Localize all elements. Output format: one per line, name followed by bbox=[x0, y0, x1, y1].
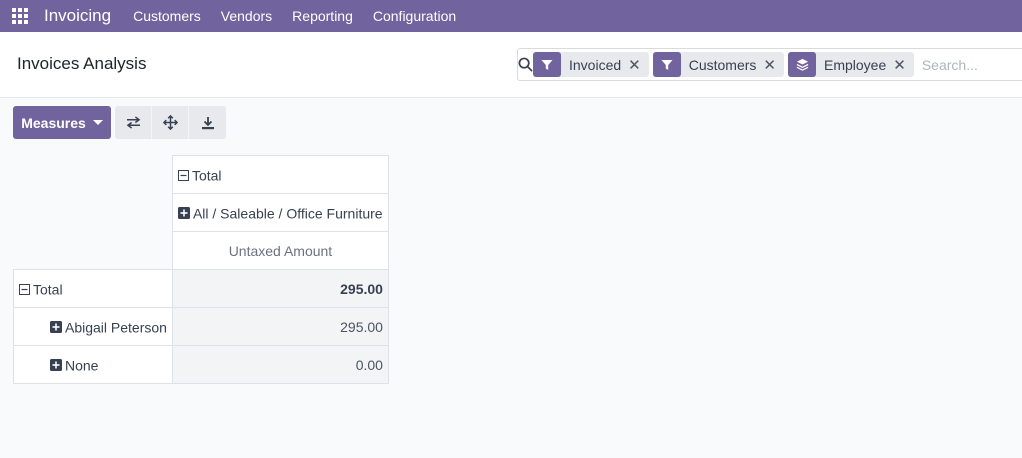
caret-down-icon bbox=[92, 120, 103, 125]
menu-reporting[interactable]: Reporting bbox=[282, 0, 363, 32]
top-navbar: Invoicing Customers Vendors Reporting Co… bbox=[0, 0, 1022, 32]
row-header-label: Abigail Peterson bbox=[65, 319, 167, 336]
col-header-total[interactable]: Total bbox=[171, 155, 389, 194]
menu-customers[interactable]: Customers bbox=[123, 0, 211, 32]
expand-all-button[interactable] bbox=[152, 106, 189, 139]
col-header-label: Total bbox=[191, 167, 222, 184]
cell-value[interactable]: 295.00 bbox=[171, 307, 389, 346]
search-icon[interactable] bbox=[518, 49, 533, 80]
search-bar[interactable]: Invoiced ✕ Customers ✕ Employee ✕ bbox=[517, 48, 1022, 81]
row-header-none[interactable]: None bbox=[13, 345, 173, 384]
measures-dropdown-button[interactable]: Measures bbox=[13, 106, 111, 139]
expand-all-icon bbox=[162, 115, 178, 130]
table-row: Total 295.00 bbox=[13, 269, 389, 308]
facet-label: Invoiced bbox=[569, 56, 622, 73]
flip-axis-button[interactable] bbox=[115, 106, 152, 139]
pivot-tool-group bbox=[115, 106, 226, 139]
facet-employee[interactable]: Employee ✕ bbox=[788, 52, 914, 77]
flip-axis-icon bbox=[126, 116, 140, 129]
menu-configuration[interactable]: Configuration bbox=[363, 0, 466, 32]
apps-menu-icon[interactable] bbox=[0, 0, 40, 32]
collapse-icon bbox=[177, 169, 189, 181]
menu-vendors[interactable]: Vendors bbox=[211, 0, 282, 32]
cell-value[interactable]: 295.00 bbox=[171, 269, 389, 308]
download-icon bbox=[201, 116, 214, 129]
filter-icon bbox=[533, 52, 561, 77]
cell-value[interactable]: 0.00 bbox=[171, 345, 389, 384]
close-icon[interactable]: ✕ bbox=[893, 56, 914, 74]
close-icon[interactable]: ✕ bbox=[763, 56, 784, 74]
page-title: Invoices Analysis bbox=[17, 54, 147, 73]
expand-icon bbox=[50, 321, 62, 334]
table-row: None 0.00 bbox=[13, 345, 389, 384]
row-header-label: None bbox=[65, 357, 99, 374]
col-header-label: All / Saleable / Office Furniture bbox=[192, 205, 383, 222]
expand-icon bbox=[177, 207, 190, 220]
row-header-abigail-peterson[interactable]: Abigail Peterson bbox=[13, 307, 173, 346]
table-row: Abigail Peterson 295.00 bbox=[13, 307, 389, 346]
facet-label: Customers bbox=[688, 56, 757, 73]
collapse-icon bbox=[19, 283, 30, 295]
search-input[interactable] bbox=[921, 56, 1022, 73]
download-button[interactable] bbox=[189, 106, 226, 139]
expand-icon bbox=[50, 359, 62, 372]
close-icon[interactable]: ✕ bbox=[628, 56, 649, 74]
control-panel: Invoices Analysis Invoiced ✕ Customers ✕… bbox=[0, 32, 1022, 98]
filter-icon bbox=[652, 52, 681, 77]
group-by-icon bbox=[788, 52, 816, 77]
measure-header[interactable]: Untaxed Amount bbox=[171, 231, 389, 270]
col-header-group[interactable]: All / Saleable / Office Furniture bbox=[171, 193, 389, 232]
row-header-total[interactable]: Total bbox=[13, 269, 173, 308]
row-header-label: Total bbox=[33, 281, 63, 298]
pivot-table: Total All / Saleable / Office Furniture … bbox=[13, 155, 389, 384]
measures-label: Measures bbox=[21, 114, 86, 131]
facet-customers[interactable]: Customers ✕ bbox=[652, 52, 784, 77]
facet-label: Employee bbox=[824, 56, 887, 73]
facet-invoiced[interactable]: Invoiced ✕ bbox=[533, 52, 649, 77]
app-brand[interactable]: Invoicing bbox=[44, 6, 111, 26]
